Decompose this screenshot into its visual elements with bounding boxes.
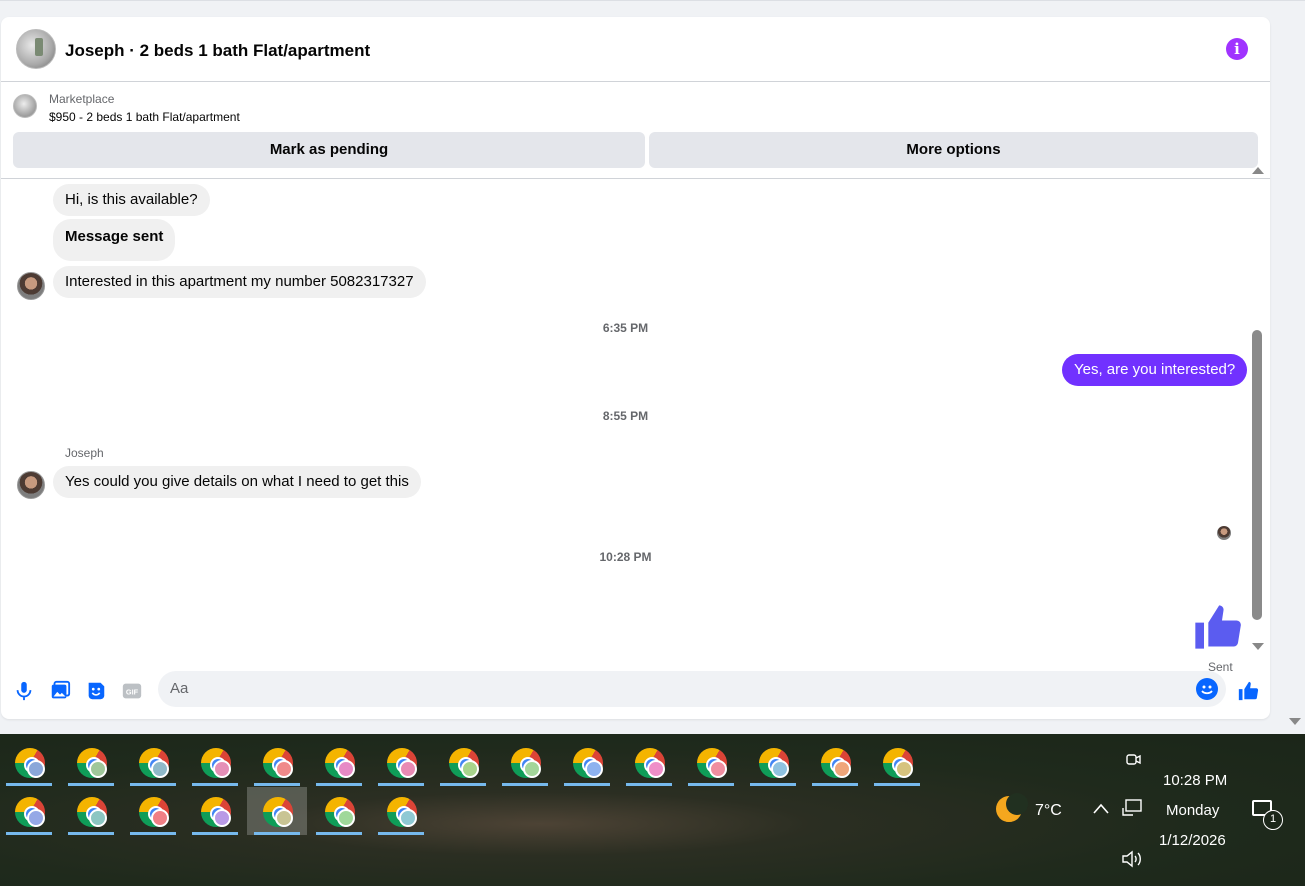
message-scrollbar[interactable]	[1251, 167, 1265, 650]
listing-avatar[interactable]	[16, 29, 56, 69]
chrome-profile-taskbar-button[interactable]	[375, 787, 427, 835]
network-icon[interactable]	[1121, 798, 1143, 818]
volume-icon[interactable]	[1121, 850, 1143, 868]
chrome-profile-taskbar-button[interactable]	[871, 738, 923, 786]
chat-window: Joseph · 2 beds 1 bath Flat/apartment i …	[1, 17, 1270, 719]
chrome-profile-taskbar-button[interactable]	[561, 738, 613, 786]
clock-day[interactable]: Monday	[1166, 802, 1219, 819]
chat-title[interactable]: Joseph · 2 beds 1 bath Flat/apartment	[65, 41, 370, 61]
message-bubble[interactable]: Yes could you give details on what I nee…	[53, 466, 421, 498]
chat-header: Joseph · 2 beds 1 bath Flat/apartment i	[1, 17, 1270, 82]
sender-avatar[interactable]	[17, 272, 45, 300]
clock-date[interactable]: 1/12/2026	[1159, 832, 1226, 849]
chevron-up-icon[interactable]	[1092, 802, 1110, 816]
chrome-profile-taskbar-button[interactable]	[499, 738, 551, 786]
chrome-profile-taskbar-button-active[interactable]	[247, 787, 307, 835]
clock-time[interactable]: 10:28 PM	[1163, 772, 1227, 789]
weather-moon-icon[interactable]	[996, 793, 1028, 822]
outgoing-message-bubble[interactable]: Yes, are you interested?	[1062, 354, 1248, 386]
chrome-profile-taskbar-button[interactable]	[3, 738, 55, 786]
chrome-profile-taskbar-button[interactable]	[65, 787, 117, 835]
chrome-profile-taskbar-button[interactable]	[127, 787, 179, 835]
chrome-profile-taskbar-button[interactable]	[375, 738, 427, 786]
page-top-strip	[0, 0, 1305, 14]
listing-bar: Marketplace $950 - 2 beds 1 bath Flat/ap…	[1, 83, 1270, 179]
like-send-icon[interactable]	[1237, 680, 1259, 702]
message-input[interactable]: Aa	[158, 671, 1226, 707]
gif-icon[interactable]: GIF	[121, 680, 143, 702]
more-options-button[interactable]: More options	[649, 132, 1258, 168]
sticker-icon[interactable]	[85, 680, 107, 702]
microphone-icon[interactable]	[13, 680, 35, 702]
meet-now-icon[interactable]	[1124, 750, 1142, 768]
page-scroll-down-arrow[interactable]	[1289, 718, 1301, 725]
weather-temperature[interactable]: 7°C	[1035, 802, 1062, 820]
chrome-profile-taskbar-button[interactable]	[313, 787, 365, 835]
chrome-profile-taskbar-button[interactable]	[3, 787, 55, 835]
photo-icon[interactable]	[49, 680, 71, 702]
chrome-profile-taskbar-button[interactable]	[809, 738, 861, 786]
thumbs-up-icon[interactable]	[1191, 601, 1243, 653]
scroll-down-arrow[interactable]	[1252, 643, 1264, 650]
chrome-profile-taskbar-button[interactable]	[127, 738, 179, 786]
svg-text:GIF: GIF	[126, 688, 139, 697]
message-list: Hi, is this available? Message sent Inte…	[1, 180, 1250, 674]
timestamp: 8:55 PM	[602, 409, 649, 423]
timestamp: 6:35 PM	[602, 321, 649, 335]
chrome-profile-taskbar-button[interactable]	[189, 787, 241, 835]
chrome-profile-taskbar-button[interactable]	[685, 738, 737, 786]
chrome-profile-taskbar-button[interactable]	[189, 738, 241, 786]
message-bubble[interactable]: Interested in this apartment my number 5…	[53, 266, 426, 298]
chrome-profile-taskbar-button[interactable]	[251, 738, 303, 786]
notification-count-badge: 1	[1263, 810, 1283, 830]
sender-name: Joseph	[65, 446, 104, 460]
scroll-thumb[interactable]	[1252, 330, 1262, 620]
timestamp: 10:28 PM	[599, 550, 652, 564]
listing-thumbnail[interactable]	[13, 94, 37, 118]
listing-summary[interactable]: $950 - 2 beds 1 bath Flat/apartment	[49, 110, 240, 124]
windows-taskbar: 7°C 10:28 PM Monday 1/12/2026 1	[0, 734, 1305, 886]
listing-source: Marketplace	[49, 92, 115, 106]
emoji-icon[interactable]	[1196, 678, 1218, 700]
chrome-profile-taskbar-button[interactable]	[623, 738, 675, 786]
info-icon[interactable]: i	[1226, 38, 1248, 60]
message-bubble[interactable]: Message sent	[53, 219, 176, 261]
seen-indicator-avatar	[1217, 526, 1231, 540]
message-bubble[interactable]: Hi, is this available?	[53, 184, 210, 216]
chrome-profile-taskbar-button[interactable]	[747, 738, 799, 786]
chrome-profile-taskbar-button[interactable]	[65, 738, 117, 786]
chrome-profile-taskbar-button[interactable]	[437, 738, 489, 786]
scroll-up-arrow[interactable]	[1252, 167, 1264, 174]
chrome-profile-taskbar-button[interactable]	[313, 738, 365, 786]
composer: GIF Aa	[1, 667, 1270, 719]
sender-avatar[interactable]	[17, 471, 45, 499]
mark-as-pending-button[interactable]: Mark as pending	[13, 132, 645, 168]
